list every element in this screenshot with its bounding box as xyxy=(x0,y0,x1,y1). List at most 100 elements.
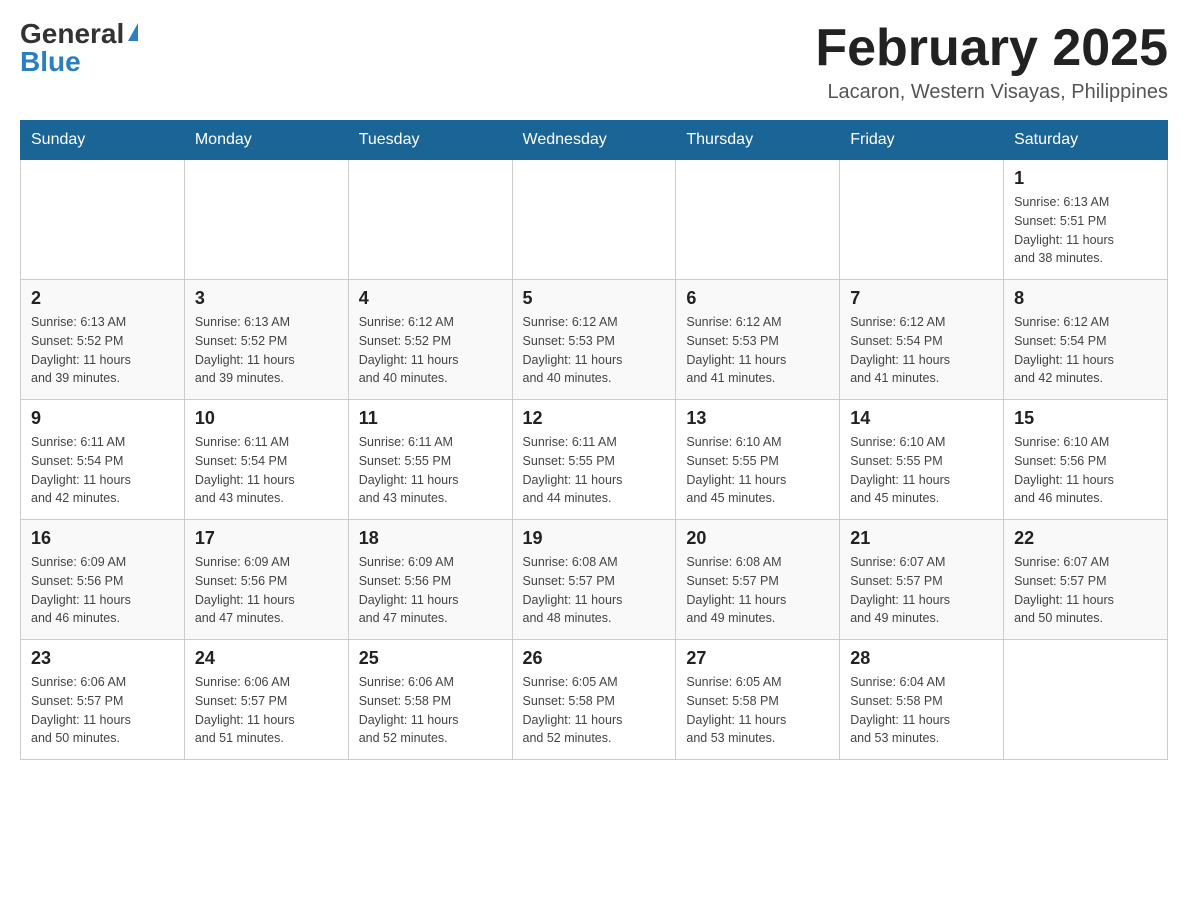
day-info: Sunrise: 6:07 AMSunset: 5:57 PMDaylight:… xyxy=(850,553,993,628)
day-number: 2 xyxy=(31,288,174,309)
day-info: Sunrise: 6:11 AMSunset: 5:55 PMDaylight:… xyxy=(523,433,666,508)
calendar-cell: 11 Sunrise: 6:11 AMSunset: 5:55 PMDayligh… xyxy=(348,400,512,520)
calendar-cell: 20 Sunrise: 6:08 AMSunset: 5:57 PMDayligh… xyxy=(676,520,840,640)
calendar-cell: 7 Sunrise: 6:12 AMSunset: 5:54 PMDaylight… xyxy=(840,280,1004,400)
calendar-cell: 22 Sunrise: 6:07 AMSunset: 5:57 PMDayligh… xyxy=(1004,520,1168,640)
day-info: Sunrise: 6:13 AMSunset: 5:51 PMDaylight:… xyxy=(1014,193,1157,268)
day-info: Sunrise: 6:06 AMSunset: 5:58 PMDaylight:… xyxy=(359,673,502,748)
day-info: Sunrise: 6:11 AMSunset: 5:54 PMDaylight:… xyxy=(195,433,338,508)
day-info: Sunrise: 6:11 AMSunset: 5:54 PMDaylight:… xyxy=(31,433,174,508)
day-number: 27 xyxy=(686,648,829,669)
calendar-cell: 21Sunrise: 6:07 AMSunset: 5:57 PMDayligh… xyxy=(840,520,1004,640)
logo-blue-text: Blue xyxy=(20,48,81,76)
calendar-cell: 18Sunrise: 6:09 AMSunset: 5:56 PMDayligh… xyxy=(348,520,512,640)
day-number: 13 xyxy=(686,408,829,429)
day-number: 9 xyxy=(31,408,174,429)
calendar-cell: 19 Sunrise: 6:08 AMSunset: 5:57 PMDayligh… xyxy=(512,520,676,640)
page-header: General Blue February 2025 Lacaron, West… xyxy=(20,20,1168,104)
day-info: Sunrise: 6:10 AMSunset: 5:55 PMDaylight:… xyxy=(850,433,993,508)
column-header-wednesday: Wednesday xyxy=(512,121,676,160)
day-number: 25 xyxy=(359,648,502,669)
day-info: Sunrise: 6:08 AMSunset: 5:57 PMDaylight:… xyxy=(686,553,829,628)
day-info: Sunrise: 6:12 AMSunset: 5:54 PMDaylight:… xyxy=(850,313,993,388)
day-info: Sunrise: 6:12 AMSunset: 5:54 PMDaylight:… xyxy=(1014,313,1157,388)
day-number: 12 xyxy=(523,408,666,429)
day-number: 17 xyxy=(195,528,338,549)
calendar-cell: 12 Sunrise: 6:11 AMSunset: 5:55 PMDayligh… xyxy=(512,400,676,520)
column-header-monday: Monday xyxy=(184,121,348,160)
column-header-thursday: Thursday xyxy=(676,121,840,160)
day-info: Sunrise: 6:11 AMSunset: 5:55 PMDaylight:… xyxy=(359,433,502,508)
day-info: Sunrise: 6:06 AMSunset: 5:57 PMDaylight:… xyxy=(195,673,338,748)
calendar-cell xyxy=(1004,640,1168,760)
day-number: 15 xyxy=(1014,408,1157,429)
day-info: Sunrise: 6:12 AMSunset: 5:53 PMDaylight:… xyxy=(523,313,666,388)
day-number: 16 xyxy=(31,528,174,549)
calendar-cell xyxy=(184,160,348,280)
day-number: 6 xyxy=(686,288,829,309)
calendar-cell: 2 Sunrise: 6:13 AMSunset: 5:52 PMDaylight… xyxy=(21,280,185,400)
day-number: 8 xyxy=(1014,288,1157,309)
day-info: Sunrise: 6:09 AMSunset: 5:56 PMDaylight:… xyxy=(31,553,174,628)
column-header-tuesday: Tuesday xyxy=(348,121,512,160)
day-info: Sunrise: 6:07 AMSunset: 5:57 PMDaylight:… xyxy=(1014,553,1157,628)
day-info: Sunrise: 6:06 AMSunset: 5:57 PMDaylight:… xyxy=(31,673,174,748)
day-number: 5 xyxy=(523,288,666,309)
calendar-cell: 23 Sunrise: 6:06 AMSunset: 5:57 PMDayligh… xyxy=(21,640,185,760)
logo: General Blue xyxy=(20,20,138,76)
calendar-cell: 5 Sunrise: 6:12 AMSunset: 5:53 PMDaylight… xyxy=(512,280,676,400)
calendar-week-row: 1 Sunrise: 6:13 AMSunset: 5:51 PMDaylight… xyxy=(21,160,1168,280)
day-number: 20 xyxy=(686,528,829,549)
calendar-cell xyxy=(348,160,512,280)
day-info: Sunrise: 6:05 AMSunset: 5:58 PMDaylight:… xyxy=(686,673,829,748)
title-section: February 2025 Lacaron, Western Visayas, … xyxy=(815,20,1168,104)
day-number: 23 xyxy=(31,648,174,669)
day-number: 1 xyxy=(1014,168,1157,189)
calendar-cell: 15 Sunrise: 6:10 AMSunset: 5:56 PMDayligh… xyxy=(1004,400,1168,520)
calendar-cell xyxy=(840,160,1004,280)
calendar-cell: 24Sunrise: 6:06 AMSunset: 5:57 PMDayligh… xyxy=(184,640,348,760)
day-number: 7 xyxy=(850,288,993,309)
day-number: 14 xyxy=(850,408,993,429)
day-number: 22 xyxy=(1014,528,1157,549)
calendar-week-row: 16 Sunrise: 6:09 AMSunset: 5:56 PMDayligh… xyxy=(21,520,1168,640)
day-number: 4 xyxy=(359,288,502,309)
day-number: 26 xyxy=(523,648,666,669)
calendar-table: SundayMondayTuesdayWednesdayThursdayFrid… xyxy=(20,120,1168,760)
logo-general-text: General xyxy=(20,20,124,48)
day-info: Sunrise: 6:12 AMSunset: 5:52 PMDaylight:… xyxy=(359,313,502,388)
day-number: 11 xyxy=(359,408,502,429)
day-info: Sunrise: 6:05 AMSunset: 5:58 PMDaylight:… xyxy=(523,673,666,748)
day-number: 3 xyxy=(195,288,338,309)
calendar-cell: 25 Sunrise: 6:06 AMSunset: 5:58 PMDayligh… xyxy=(348,640,512,760)
day-info: Sunrise: 6:09 AMSunset: 5:56 PMDaylight:… xyxy=(195,553,338,628)
calendar-cell: 6 Sunrise: 6:12 AMSunset: 5:53 PMDaylight… xyxy=(676,280,840,400)
day-info: Sunrise: 6:13 AMSunset: 5:52 PMDaylight:… xyxy=(195,313,338,388)
calendar-cell xyxy=(676,160,840,280)
day-info: Sunrise: 6:10 AMSunset: 5:56 PMDaylight:… xyxy=(1014,433,1157,508)
column-header-friday: Friday xyxy=(840,121,1004,160)
location-subtitle: Lacaron, Western Visayas, Philippines xyxy=(815,81,1168,104)
month-title: February 2025 xyxy=(815,20,1168,77)
calendar-cell: 14 Sunrise: 6:10 AMSunset: 5:55 PMDayligh… xyxy=(840,400,1004,520)
day-info: Sunrise: 6:12 AMSunset: 5:53 PMDaylight:… xyxy=(686,313,829,388)
day-info: Sunrise: 6:09 AMSunset: 5:56 PMDaylight:… xyxy=(359,553,502,628)
day-info: Sunrise: 6:04 AMSunset: 5:58 PMDaylight:… xyxy=(850,673,993,748)
column-header-sunday: Sunday xyxy=(21,121,185,160)
day-info: Sunrise: 6:08 AMSunset: 5:57 PMDaylight:… xyxy=(523,553,666,628)
calendar-cell: 17 Sunrise: 6:09 AMSunset: 5:56 PMDayligh… xyxy=(184,520,348,640)
calendar-cell: 3 Sunrise: 6:13 AMSunset: 5:52 PMDaylight… xyxy=(184,280,348,400)
calendar-cell: 26 Sunrise: 6:05 AMSunset: 5:58 PMDayligh… xyxy=(512,640,676,760)
calendar-week-row: 2 Sunrise: 6:13 AMSunset: 5:52 PMDaylight… xyxy=(21,280,1168,400)
calendar-week-row: 23 Sunrise: 6:06 AMSunset: 5:57 PMDayligh… xyxy=(21,640,1168,760)
calendar-cell: 28Sunrise: 6:04 AMSunset: 5:58 PMDayligh… xyxy=(840,640,1004,760)
day-number: 19 xyxy=(523,528,666,549)
calendar-cell: 13 Sunrise: 6:10 AMSunset: 5:55 PMDayligh… xyxy=(676,400,840,520)
day-number: 10 xyxy=(195,408,338,429)
day-info: Sunrise: 6:13 AMSunset: 5:52 PMDaylight:… xyxy=(31,313,174,388)
day-info: Sunrise: 6:10 AMSunset: 5:55 PMDaylight:… xyxy=(686,433,829,508)
column-header-saturday: Saturday xyxy=(1004,121,1168,160)
calendar-cell: 9 Sunrise: 6:11 AMSunset: 5:54 PMDaylight… xyxy=(21,400,185,520)
calendar-cell: 10 Sunrise: 6:11 AMSunset: 5:54 PMDayligh… xyxy=(184,400,348,520)
logo-triangle-icon xyxy=(128,23,138,41)
